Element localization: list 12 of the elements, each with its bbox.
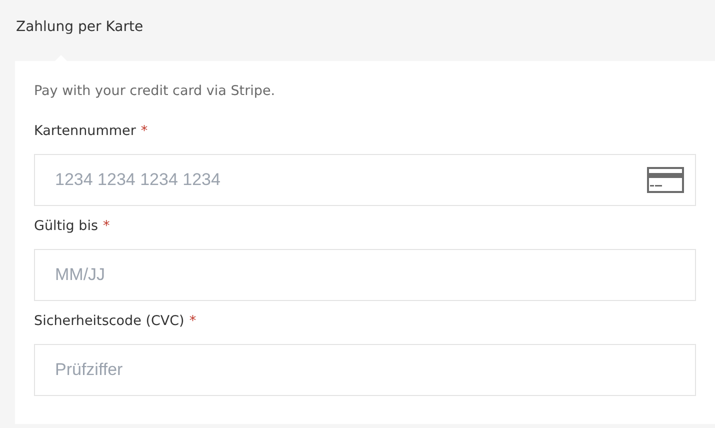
input-field[interactable]: MM/JJ [34,249,696,301]
description-text: Pay with your credit card via Stripe. [34,82,276,101]
field-label: Sicherheitscode (CVC) [34,312,184,331]
credit-card-icon [647,167,684,193]
required-mark: * [103,217,110,236]
required-mark: * [189,312,196,331]
input-field[interactable]: 1234 1234 1234 1234 [34,154,696,206]
field-label: Kartennummer [34,122,136,141]
section-title: Zahlung per Karte [16,18,144,37]
required-mark: * [140,122,148,141]
input-field[interactable]: Prüfziffer [34,344,696,396]
field-label: Gültig bis [34,217,98,236]
